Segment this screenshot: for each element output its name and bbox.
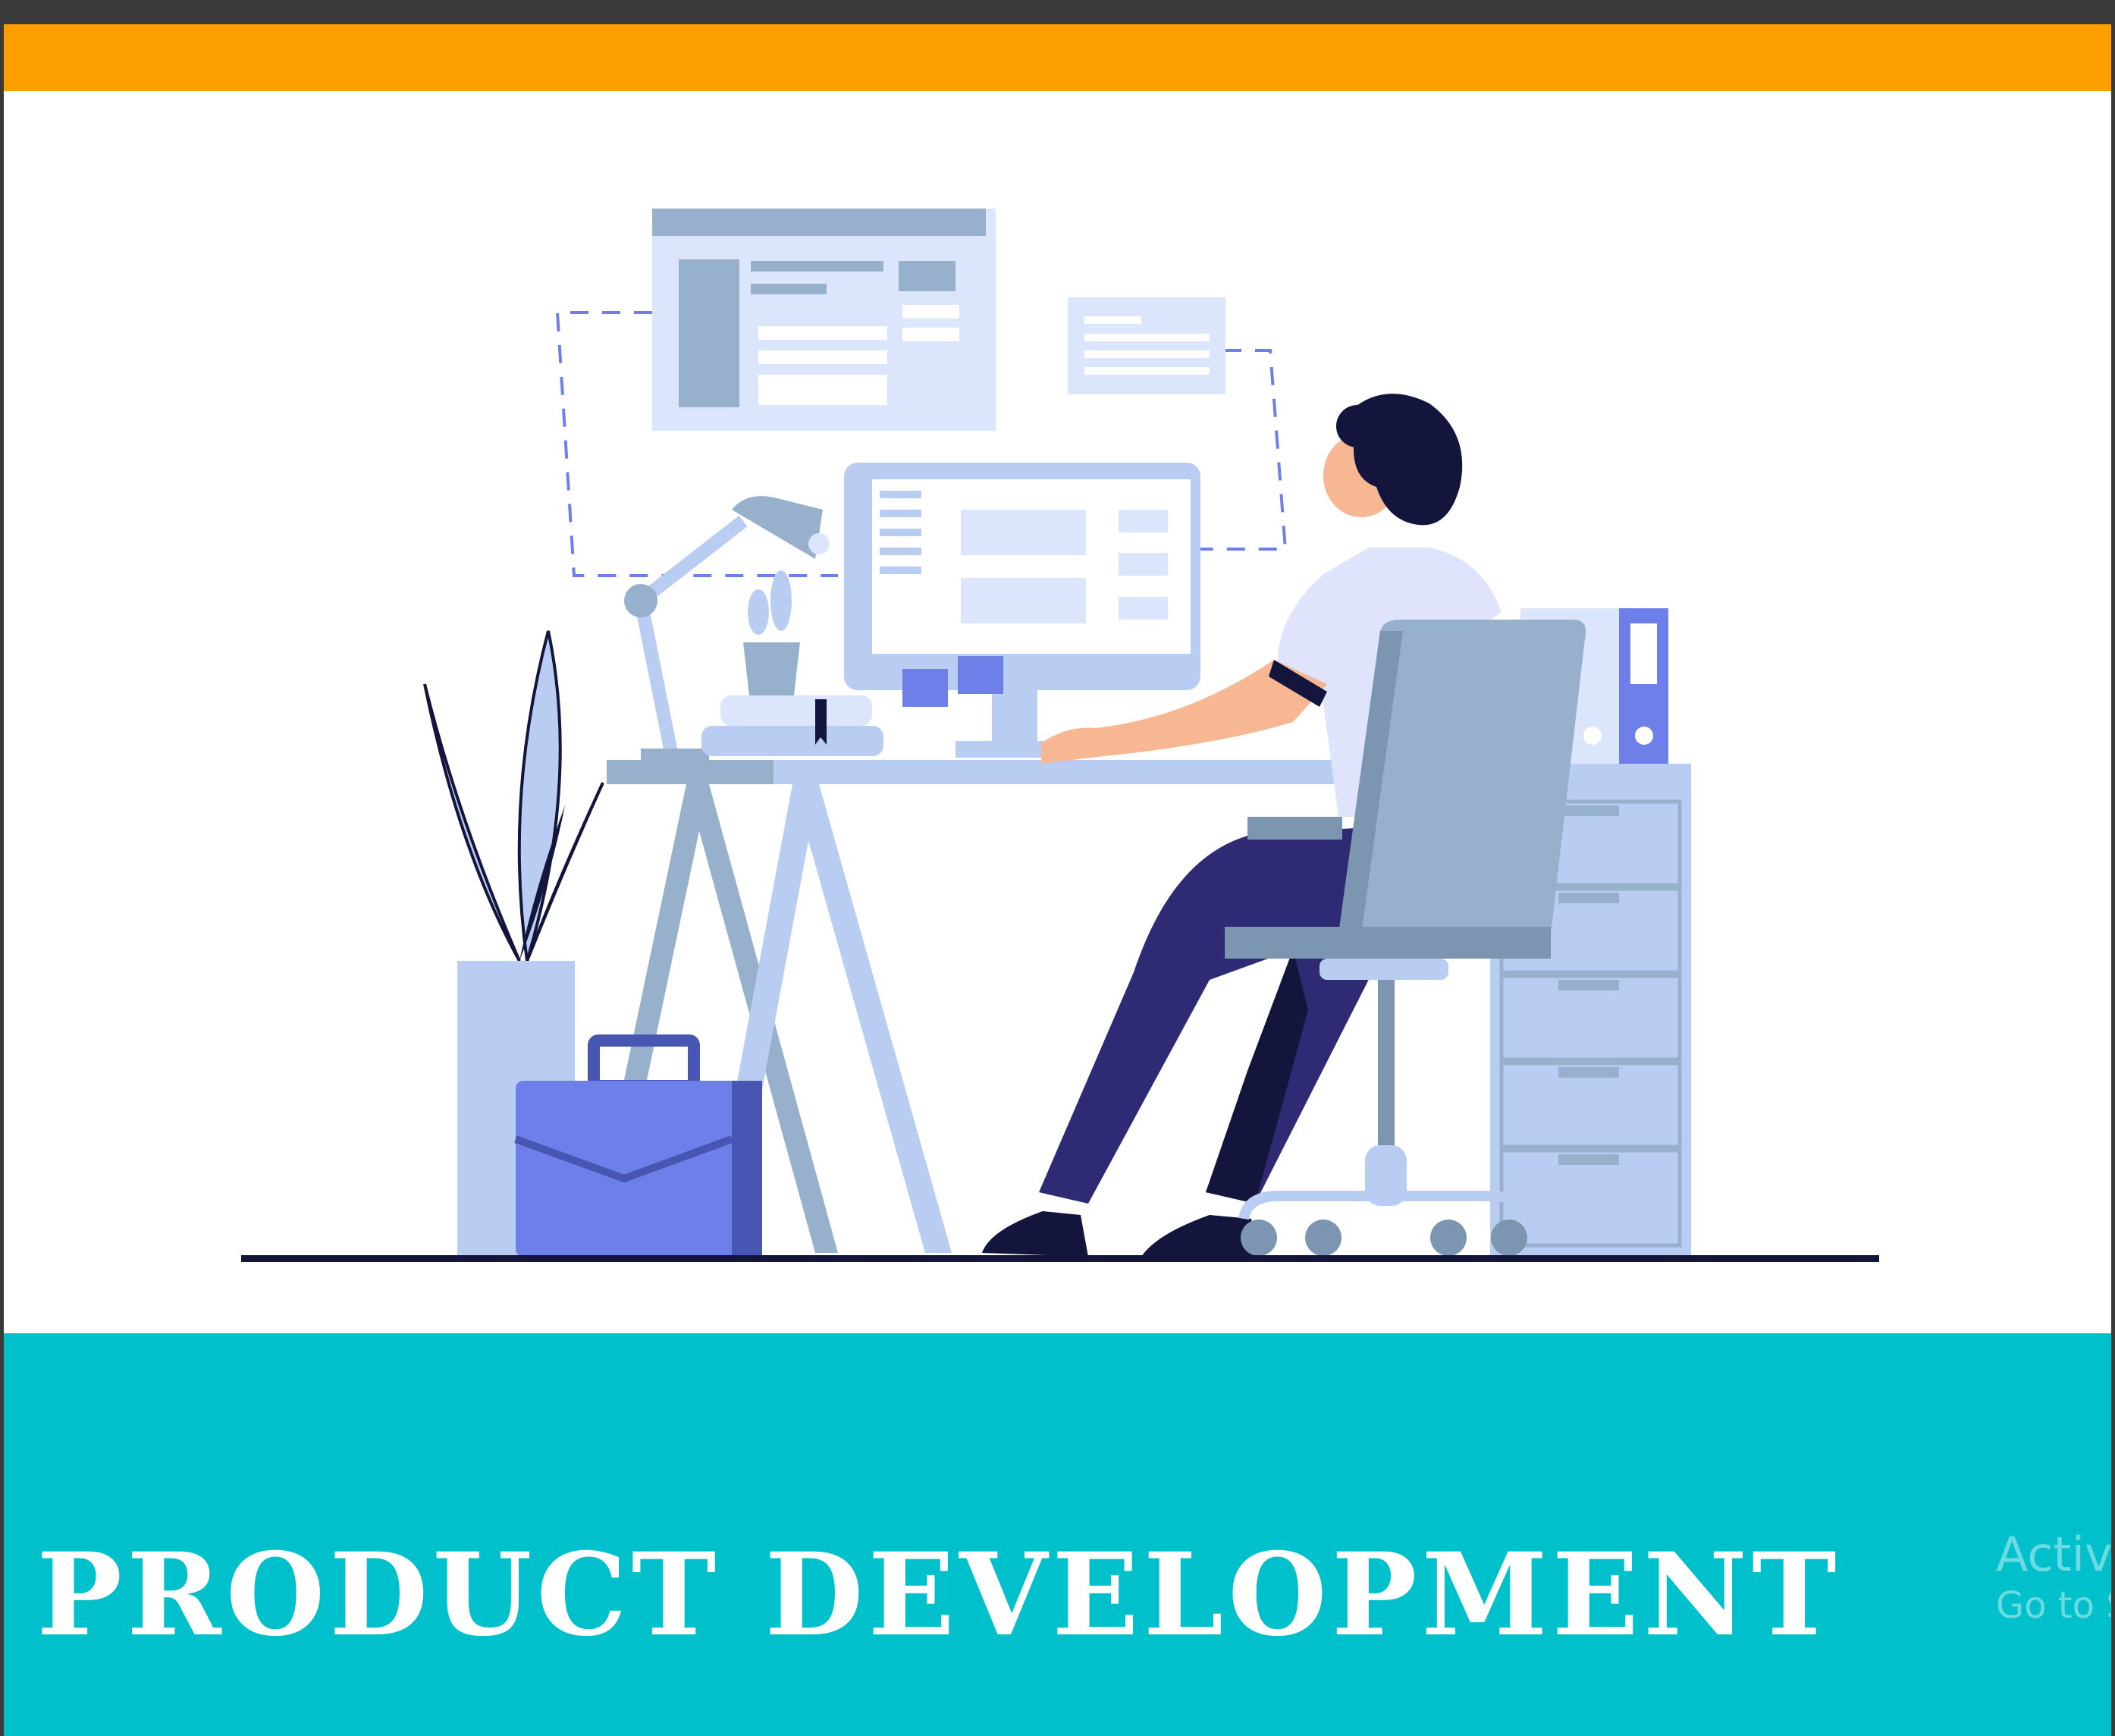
- top-accent-bar: [4, 24, 2111, 91]
- watermark-line-2: Go to S: [1996, 1584, 2111, 1628]
- floating-window-icon: [652, 209, 996, 431]
- activation-watermark: Activ Go to S: [1996, 1527, 2111, 1631]
- monitor-icon: [844, 463, 1200, 758]
- floor-line: [241, 1255, 1879, 1262]
- banner-title: PRODUCT DEVELOPMENT: [36, 1528, 1841, 1662]
- watermark-line-1: Activ: [1996, 1527, 2111, 1582]
- office-worker-illustration: [241, 209, 1879, 1262]
- floating-note-icon: [1068, 297, 1225, 394]
- title-banner: PRODUCT DEVELOPMENT Activ Go to S: [4, 1333, 2111, 1736]
- slide-frame: PRODUCT DEVELOPMENT Activ Go to S: [4, 24, 2111, 1736]
